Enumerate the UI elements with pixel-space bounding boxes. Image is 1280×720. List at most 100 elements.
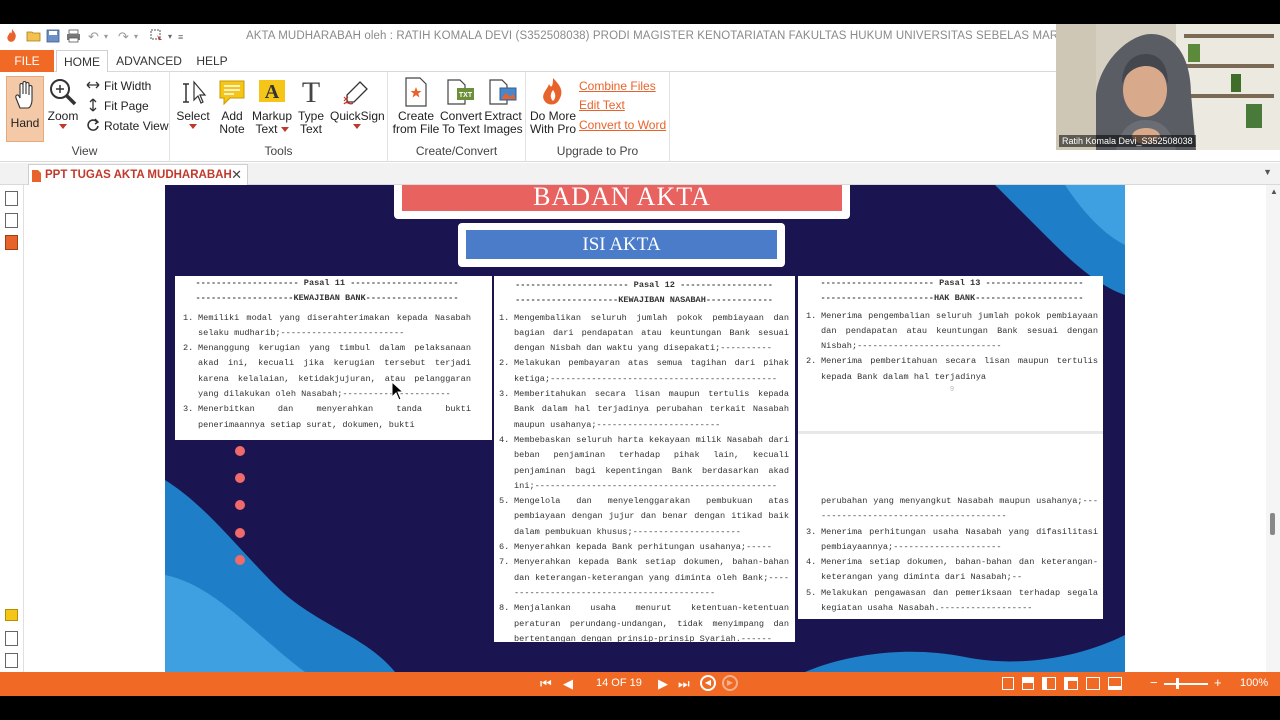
document-viewer[interactable]: BADAN AKTA ISI AKTA --------------------…	[24, 185, 1280, 672]
extract-images-button[interactable]: Extract Images	[482, 76, 524, 136]
continuous-view-icon[interactable]	[1022, 677, 1034, 690]
markup-dropdown-icon[interactable]	[280, 127, 289, 132]
fullscreen-icon[interactable]	[1086, 677, 1100, 690]
type-text-icon: T	[295, 76, 327, 109]
properties-panel-icon[interactable]	[5, 653, 18, 668]
output-panel-icon[interactable]	[5, 631, 18, 646]
zoom-slider-track[interactable]	[1164, 683, 1208, 685]
scroll-up-icon[interactable]: ▲	[1270, 187, 1278, 196]
svg-text:T: T	[302, 76, 320, 108]
item-text: Menerima pemberitahuan secara lisan maup…	[821, 356, 1098, 382]
undo-dropdown-icon[interactable]: ▾	[104, 29, 108, 45]
bottom-black-bar	[0, 696, 1280, 720]
quicksign-dropdown-icon[interactable]	[353, 124, 361, 129]
print-icon[interactable]	[66, 29, 81, 45]
page-number-mark: 9	[949, 386, 955, 395]
select-tool-quick-icon[interactable]	[150, 29, 164, 45]
tab-advanced[interactable]: ADVANCED	[112, 50, 186, 72]
add-note-label-2: Note	[219, 122, 245, 136]
highlighter-a-icon: A	[256, 76, 288, 108]
zoom-in-icon[interactable]: +	[1214, 675, 1222, 691]
zoom-button[interactable]: Zoom	[46, 76, 80, 129]
pasal-13-continuation: perubahan yang menyangkut Nasabah maupun…	[806, 494, 1098, 616]
back-view-icon[interactable]: ◀	[700, 675, 716, 691]
create-from-file-button[interactable]: Create from File	[392, 76, 440, 136]
document-tab[interactable]: PPT TUGAS AKTA MUDHARABAH ✕	[28, 164, 248, 185]
comments-panel-icon[interactable]	[5, 609, 18, 621]
facing-view-icon[interactable]	[1042, 677, 1056, 690]
markup-text-button[interactable]: A Markup Text	[252, 76, 292, 136]
edit-text-link[interactable]: Edit Text	[579, 98, 625, 112]
convert-to-word-link[interactable]: Convert to Word	[579, 118, 666, 132]
next-page-icon[interactable]: ▶	[658, 676, 668, 692]
redo-dropdown-icon[interactable]: ▾	[134, 29, 138, 45]
add-note-button[interactable]: Add Note	[215, 76, 249, 136]
quick-access-dropdown-icon[interactable]: ▾	[168, 29, 172, 45]
window-title: AKTA MUDHARABAH oleh : RATIH KOMALA DEVI…	[246, 30, 1109, 42]
save-icon[interactable]	[46, 29, 60, 45]
first-page-icon[interactable]: ⏮	[540, 676, 552, 692]
item-text: perubahan yang menyangkut Nasabah maupun…	[821, 496, 1098, 522]
page-indicator[interactable]: 14 OF 19	[596, 677, 642, 689]
extract-label-2: Images	[483, 122, 523, 136]
zoom-level[interactable]: 100%	[1240, 677, 1268, 689]
undo-icon[interactable]: ↶	[88, 29, 99, 45]
item-number: 3.	[183, 404, 194, 415]
pasal-13-item-5: 5. Melakukan pengawasan dan pemeriksaan t…	[806, 586, 1098, 617]
type-text-button[interactable]: T Type Text	[294, 76, 328, 136]
hand-button[interactable]: Hand	[6, 76, 44, 142]
pasal-13-item-2-cont: perubahan yang menyangkut Nasabah maupun…	[806, 494, 1098, 525]
redo-icon[interactable]: ↷	[118, 29, 129, 45]
quicksign-button[interactable]: QuickSign	[330, 76, 385, 129]
forward-view-icon[interactable]: ▶	[722, 675, 738, 691]
view-group: Hand Zoom Fit Width Fit Page Rotate View…	[0, 72, 170, 162]
item-text: Menanggung kerugian yang timbul dalam pe…	[198, 343, 471, 400]
fit-width-icon	[86, 78, 100, 92]
do-more-with-pro-button[interactable]: Do More With Pro	[528, 76, 578, 136]
select-button[interactable]: Select	[175, 76, 211, 129]
hand-icon	[7, 80, 43, 113]
attachments-panel-icon[interactable]	[5, 235, 18, 250]
tab-file[interactable]: FILE	[0, 50, 54, 72]
split-view-icon[interactable]	[1108, 677, 1122, 690]
item-text: Menyerahkan kepada Bank setiap dokumen, …	[514, 557, 789, 598]
tab-home[interactable]: HOME	[56, 50, 108, 73]
continuous-facing-icon[interactable]	[1064, 677, 1078, 690]
pasal-11-subtitle: -------------------KEWAJIBAN BANK-------…	[195, 293, 459, 304]
customize-toolbar-icon[interactable]: ≡	[178, 29, 183, 45]
item-number: 4.	[499, 434, 510, 445]
pasal-13-item-2: 2. Menerima pemberitahuan secara lisan ma…	[806, 354, 1098, 385]
zoom-slider-handle[interactable]	[1176, 678, 1179, 689]
select-label: Select	[176, 109, 210, 123]
type-label-2: Text	[299, 122, 322, 136]
zoom-dropdown-icon[interactable]	[59, 124, 67, 129]
create-convert-group-label: Create/Convert	[415, 144, 498, 158]
heading-frame: BADAN AKTA	[394, 185, 850, 219]
item-number: 1.	[499, 312, 510, 323]
pasal-11-title: -------------------- Pasal 11 ----------…	[195, 278, 459, 288]
item-text: Melakukan pengawasan dan pemeriksaan ter…	[821, 587, 1098, 614]
convert-label-2: To Text	[442, 122, 480, 136]
last-page-icon[interactable]: ⏭	[678, 676, 690, 692]
status-bar: ⏮ ◀ 14 OF 19 ▶ ⏭ ◀ ▶ − + 100%	[0, 672, 1280, 696]
single-page-view-icon[interactable]	[1002, 677, 1014, 690]
scrollbar-thumb[interactable]	[1270, 513, 1275, 535]
combine-files-link[interactable]: Combine Files	[579, 79, 656, 93]
pages-panel-icon[interactable]	[5, 191, 18, 206]
create-label-2: from File	[392, 122, 440, 136]
tab-list-dropdown-icon[interactable]: ▼	[1263, 167, 1272, 177]
tab-help[interactable]: HELP	[190, 50, 234, 72]
bookmarks-panel-icon[interactable]	[5, 213, 18, 228]
previous-page-icon[interactable]: ◀	[563, 676, 573, 692]
item-text: Memiliki modal yang diserahterimakan kep…	[198, 312, 471, 338]
vertical-scrollbar[interactable]: ▲	[1266, 185, 1280, 672]
select-dropdown-icon[interactable]	[189, 124, 197, 129]
open-folder-icon[interactable]	[26, 29, 42, 45]
fit-page-button[interactable]: Fit Page	[86, 97, 149, 115]
close-tab-icon[interactable]: ✕	[231, 165, 242, 185]
fit-width-button[interactable]: Fit Width	[86, 77, 151, 95]
zoom-out-icon[interactable]: −	[1150, 675, 1158, 691]
convert-to-text-button[interactable]: TXT Convert To Text	[440, 76, 482, 136]
rotate-view-button[interactable]: Rotate View	[86, 117, 168, 135]
create-convert-group: Create from File TXT Convert To Text Ext…	[388, 72, 526, 162]
